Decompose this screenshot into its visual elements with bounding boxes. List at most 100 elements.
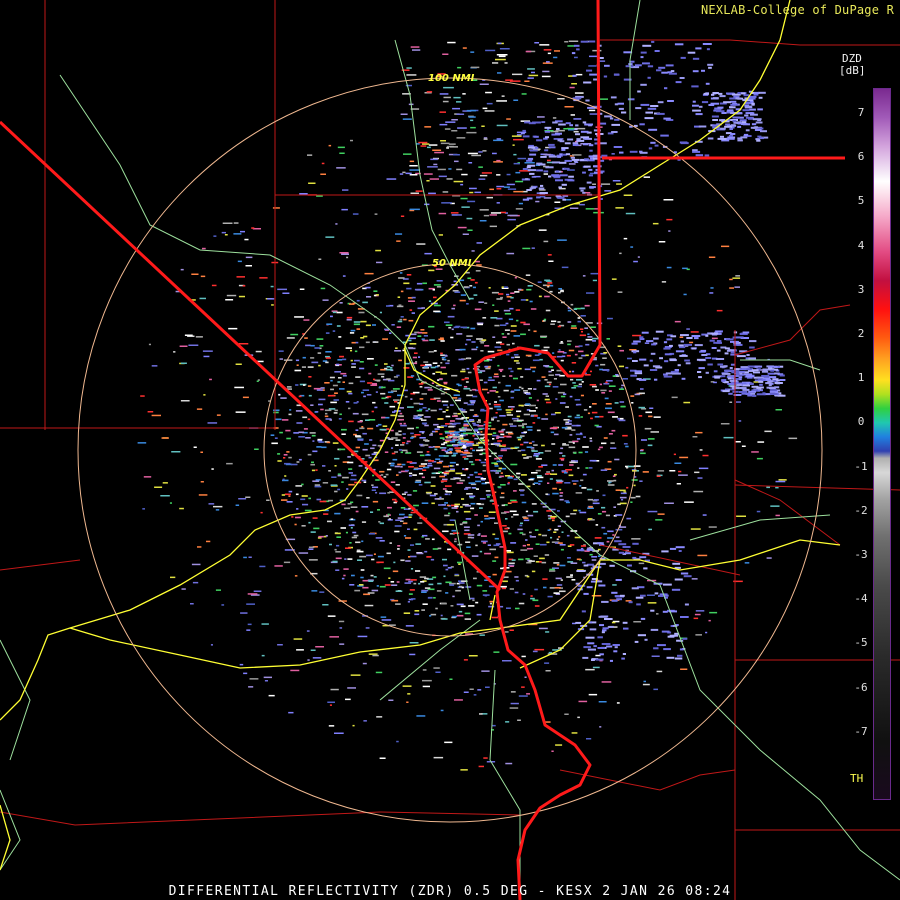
echo-pixel	[423, 335, 428, 337]
echo-pixel	[664, 353, 672, 356]
echo-pixel	[623, 443, 628, 445]
echo-pixel	[623, 237, 628, 240]
echo-pixel	[433, 350, 437, 352]
echo-pixel	[589, 113, 598, 115]
echo-pixel	[502, 580, 508, 583]
echo-pixel	[571, 362, 577, 364]
echo-pixel	[207, 422, 218, 424]
echo-pixel	[345, 547, 351, 549]
echo-pixel	[611, 123, 620, 126]
echo-pixel	[188, 344, 199, 346]
echo-pixel	[631, 587, 639, 590]
echo-pixel	[658, 241, 666, 243]
echo-pixel	[374, 406, 378, 409]
echo-pixel	[665, 64, 674, 67]
echo-pixel	[631, 402, 634, 404]
echo-pixel	[755, 121, 763, 124]
legend-threshold-label: TH	[850, 772, 864, 785]
echo-pixel	[500, 449, 507, 452]
echo-pixel	[433, 304, 441, 307]
echo-pixel	[669, 344, 673, 347]
echo-pixel	[372, 444, 377, 447]
echo-pixel	[299, 193, 308, 195]
echo-pixel	[421, 502, 429, 504]
echo-pixel	[611, 278, 617, 280]
echo-pixel	[573, 160, 578, 163]
echo-pixel	[719, 95, 726, 98]
echo-pixel	[448, 168, 452, 170]
echo-pixel	[552, 464, 557, 466]
echo-pixel	[670, 335, 677, 338]
echo-pixel	[529, 442, 532, 444]
echo-pixel	[478, 765, 484, 768]
echo-pixel	[366, 296, 372, 298]
echo-pixel	[454, 538, 457, 540]
echo-pixel	[632, 542, 639, 545]
echo-pixel	[409, 642, 419, 644]
echo-pixel	[546, 471, 550, 473]
echo-pixel	[605, 407, 612, 410]
echo-pixel	[743, 133, 749, 136]
echo-pixel	[422, 603, 428, 605]
legend-tick: 4	[857, 238, 865, 252]
echo-pixel	[452, 435, 457, 438]
echo-pixel	[447, 41, 456, 44]
echo-pixel	[517, 367, 522, 370]
echo-pixel	[586, 488, 593, 491]
echo-pixel	[637, 634, 646, 637]
echo-pixel	[604, 397, 609, 400]
echo-pixel	[522, 247, 531, 250]
echo-pixel	[498, 55, 506, 58]
echo-pixel	[408, 580, 413, 583]
echo-pixel	[707, 63, 714, 66]
echo-pixel	[221, 604, 225, 606]
echo-pixel	[354, 350, 358, 353]
echo-pixel	[328, 144, 332, 147]
echo-pixel	[479, 453, 483, 456]
echo-pixel	[431, 472, 436, 475]
echo-pixel	[398, 277, 405, 279]
echo-pixel	[334, 490, 338, 493]
echo-pixel	[703, 92, 709, 95]
echo-pixel	[690, 528, 701, 530]
echo-pixel	[632, 556, 637, 559]
echo-pixel	[318, 364, 321, 367]
echo-pixel	[365, 627, 370, 629]
echo-pixel	[509, 707, 519, 709]
echo-pixel	[500, 211, 506, 214]
echo-pixel	[502, 336, 507, 338]
echo-pixel	[352, 213, 359, 215]
echo-pixel	[423, 466, 430, 469]
echo-pixel	[482, 317, 487, 319]
echo-pixel	[393, 399, 400, 401]
echo-pixel	[355, 376, 361, 378]
echo-pixel	[437, 547, 442, 550]
echo-pixel	[312, 450, 318, 453]
echo-pixel	[557, 196, 565, 199]
echo-pixel	[410, 192, 419, 194]
echo-pixel	[394, 525, 402, 527]
echo-pixel	[478, 428, 483, 430]
echo-pixel	[544, 149, 549, 152]
echo-pixel	[415, 426, 419, 429]
echo-pixel	[373, 553, 376, 555]
echo-pixel	[691, 335, 701, 337]
echo-pixel	[400, 113, 408, 115]
echo-pixel	[614, 73, 620, 76]
echo-pixel	[377, 509, 380, 511]
echo-pixel	[421, 419, 427, 421]
echo-pixel	[569, 461, 576, 464]
echo-pixel	[459, 434, 464, 437]
echo-pixel	[453, 304, 456, 307]
echo-pixel	[491, 291, 499, 294]
echo-pixel	[384, 363, 388, 365]
echo-pixel	[288, 413, 292, 416]
echo-pixel	[526, 561, 532, 564]
echo-pixel	[548, 260, 554, 262]
echo-pixel	[430, 366, 436, 369]
echo-pixel	[573, 308, 578, 310]
echo-pixel	[528, 397, 532, 399]
color-scale-bar	[873, 88, 891, 800]
echo-pixel	[679, 336, 684, 338]
echo-pixel	[273, 409, 280, 412]
